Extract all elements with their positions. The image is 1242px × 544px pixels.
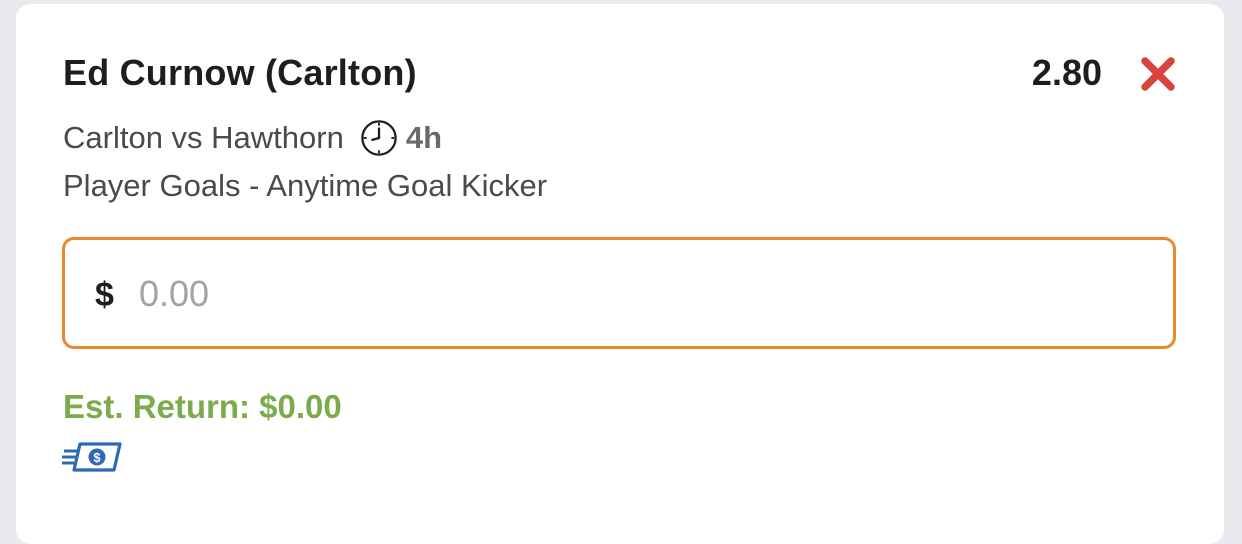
selection-name: Ed Curnow (Carlton) bbox=[63, 52, 417, 93]
bet-slip-card: Ed Curnow (Carlton) 2.80 Carlton vs Hawt… bbox=[16, 4, 1224, 544]
clock-icon bbox=[361, 120, 397, 156]
currency-symbol: $ bbox=[95, 276, 114, 314]
estimated-return: Est. Return: $0.00 bbox=[63, 388, 342, 425]
fast-cash-icon[interactable]: $ bbox=[62, 440, 122, 474]
match-name: Carlton vs Hawthorn bbox=[63, 120, 344, 155]
stake-field[interactable]: $ bbox=[62, 237, 1176, 349]
market-name: Player Goals - Anytime Goal Kicker bbox=[63, 168, 548, 203]
svg-text:$: $ bbox=[93, 450, 101, 465]
close-x-icon[interactable] bbox=[1138, 54, 1178, 94]
match-info-row: Carlton vs Hawthorn 4h bbox=[63, 118, 442, 158]
time-to-start: 4h bbox=[405, 120, 443, 155]
odds-value: 2.80 bbox=[1031, 52, 1102, 93]
stake-input[interactable] bbox=[139, 264, 1039, 324]
